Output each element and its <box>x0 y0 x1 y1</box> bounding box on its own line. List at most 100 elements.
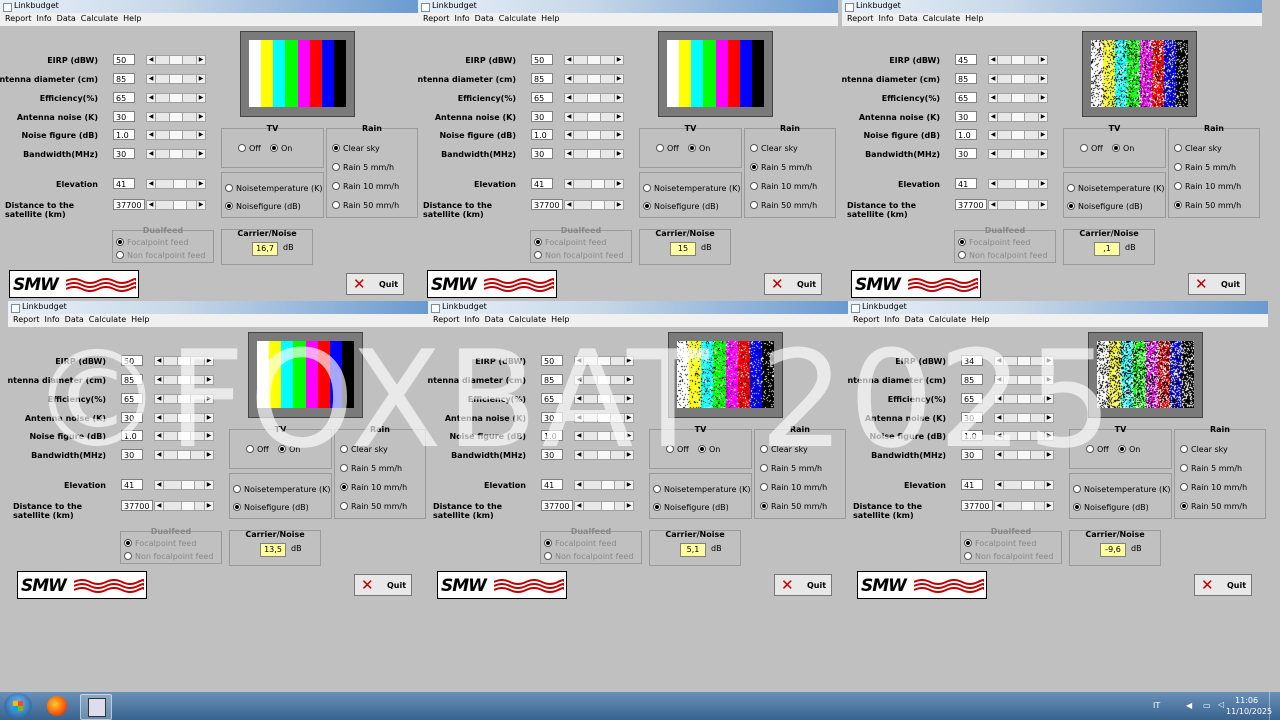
noisetemperature-radio[interactable]: Noisetemperature (K) <box>1073 485 1171 494</box>
tray-arrow-icon[interactable]: ◀ <box>1186 701 1192 710</box>
distance-input[interactable]: 37700 <box>121 500 153 511</box>
antenna_noise-input[interactable]: 30 <box>531 111 553 122</box>
network-icon[interactable]: ▭ <box>1203 701 1211 710</box>
menu-data[interactable]: Data <box>57 14 76 23</box>
scroll-thumb[interactable] <box>601 481 615 489</box>
tv-off-radio[interactable]: Off <box>238 144 261 153</box>
scroll-thumb[interactable] <box>169 75 183 83</box>
elevation-input[interactable]: 41 <box>531 178 553 189</box>
scroll-right-arrow-icon[interactable]: ▶ <box>1038 113 1047 121</box>
scroll-left-arrow-icon[interactable]: ◀ <box>565 113 574 121</box>
antenna_noise-scrollbar[interactable]: ◀ ▶ <box>988 112 1048 122</box>
radio-dot[interactable] <box>332 182 340 190</box>
scroll-right-arrow-icon[interactable]: ▶ <box>614 201 623 209</box>
scroll-right-arrow-icon[interactable]: ▶ <box>614 180 623 188</box>
scroll-left-arrow-icon[interactable]: ◀ <box>155 481 164 489</box>
scroll-left-arrow-icon[interactable]: ◀ <box>147 150 156 158</box>
scroll-thumb[interactable] <box>587 131 601 139</box>
radio-dot[interactable] <box>760 483 768 491</box>
menu-info[interactable]: Info <box>879 14 894 23</box>
rain-option-radio[interactable]: Rain 5 mm/h <box>750 163 812 172</box>
noisefigure-radio[interactable]: Noisefigure (dB) <box>653 503 729 512</box>
scroll-left-arrow-icon[interactable]: ◀ <box>565 150 574 158</box>
scroll-right-arrow-icon[interactable]: ▶ <box>614 56 623 64</box>
eirp-scrollbar[interactable]: ◀ ▶ <box>564 55 624 65</box>
scroll-right-arrow-icon[interactable]: ▶ <box>196 113 205 121</box>
quit-button[interactable]: ✕ Quit <box>1188 273 1246 295</box>
focalpoint-radio[interactable]: Focalpoint feed <box>124 539 196 548</box>
scroll-right-arrow-icon[interactable]: ▶ <box>196 201 205 209</box>
radio-dot[interactable] <box>656 144 664 152</box>
scroll-thumb[interactable] <box>601 502 615 510</box>
radio-dot[interactable] <box>238 144 246 152</box>
bandwidth-scrollbar[interactable]: ◀ ▶ <box>988 149 1048 159</box>
firefox-taskbar-button[interactable] <box>42 694 72 718</box>
noisetemperature-radio[interactable]: Noisetemperature (K) <box>233 485 331 494</box>
radio-dot[interactable] <box>964 552 972 560</box>
scroll-left-arrow-icon[interactable]: ◀ <box>565 180 574 188</box>
noisefigure-radio[interactable]: Noisefigure (dB) <box>1067 202 1143 211</box>
radio-dot[interactable] <box>225 202 233 210</box>
radio-dot[interactable] <box>1174 182 1182 190</box>
radio-dot[interactable] <box>1067 184 1075 192</box>
focalpoint-radio[interactable]: Focalpoint feed <box>116 238 188 247</box>
quit-button[interactable]: ✕ Quit <box>354 574 412 596</box>
rain-option-radio[interactable]: Rain 50 mm/h <box>340 502 407 511</box>
scroll-thumb[interactable] <box>181 481 195 489</box>
radio-dot[interactable] <box>750 163 758 171</box>
rain-option-radio[interactable]: Clear sky <box>750 144 798 153</box>
linkbudget-taskbar-button[interactable] <box>80 694 112 720</box>
scroll-thumb[interactable] <box>587 56 601 64</box>
rain-option-radio[interactable]: Rain 50 mm/h <box>760 502 827 511</box>
scroll-right-arrow-icon[interactable]: ▶ <box>614 113 623 121</box>
radio-dot[interactable] <box>653 503 661 511</box>
noise_figure-scrollbar[interactable]: ◀ ▶ <box>146 130 206 140</box>
radio-dot[interactable] <box>1118 445 1126 453</box>
eirp-scrollbar[interactable]: ◀ ▶ <box>146 55 206 65</box>
scroll-left-arrow-icon[interactable]: ◀ <box>989 150 998 158</box>
rain-option-radio[interactable]: Rain 5 mm/h <box>1180 464 1242 473</box>
menu-calculate[interactable]: Calculate <box>81 14 118 23</box>
bandwidth-input[interactable]: 30 <box>531 148 553 159</box>
antenna_noise-scrollbar[interactable]: ◀ ▶ <box>564 112 624 122</box>
focalpoint-radio[interactable]: Focalpoint feed <box>544 539 616 548</box>
radio-dot[interactable] <box>233 485 241 493</box>
scroll-right-arrow-icon[interactable]: ▶ <box>204 481 213 489</box>
elevation-scrollbar[interactable]: ◀ ▶ <box>146 179 206 189</box>
scroll-left-arrow-icon[interactable]: ◀ <box>147 94 156 102</box>
radio-dot[interactable] <box>1073 503 1081 511</box>
noise_figure-scrollbar[interactable]: ◀ ▶ <box>564 130 624 140</box>
elevation-scrollbar[interactable]: ◀ ▶ <box>994 480 1054 490</box>
efficiency-scrollbar[interactable]: ◀ ▶ <box>564 93 624 103</box>
radio-dot[interactable] <box>233 503 241 511</box>
scroll-thumb[interactable] <box>591 180 605 188</box>
scroll-left-arrow-icon[interactable]: ◀ <box>565 131 574 139</box>
scroll-right-arrow-icon[interactable]: ▶ <box>614 75 623 83</box>
rain-option-radio[interactable]: Clear sky <box>1180 445 1228 454</box>
antenna_noise-input[interactable]: 30 <box>113 111 135 122</box>
menu-info[interactable]: Info <box>37 14 52 23</box>
radio-dot[interactable] <box>1180 502 1188 510</box>
distance-input[interactable]: 37700 <box>955 199 987 210</box>
radio-dot[interactable] <box>964 539 972 547</box>
scroll-left-arrow-icon[interactable]: ◀ <box>989 56 998 64</box>
rain-option-radio[interactable]: Rain 10 mm/h <box>750 182 817 191</box>
scroll-thumb[interactable] <box>169 56 183 64</box>
quit-button[interactable]: ✕ Quit <box>764 273 822 295</box>
rain-option-radio[interactable]: Rain 50 mm/h <box>750 201 817 210</box>
scroll-left-arrow-icon[interactable]: ◀ <box>989 131 998 139</box>
distance-input[interactable]: 37700 <box>531 199 563 210</box>
tv-on-radio[interactable]: On <box>1118 445 1140 454</box>
tv-on-radio[interactable]: On <box>688 144 710 153</box>
scroll-thumb[interactable] <box>591 201 605 209</box>
elevation-scrollbar[interactable]: ◀ ▶ <box>574 480 634 490</box>
rain-option-radio[interactable]: Clear sky <box>1174 144 1222 153</box>
menu-info[interactable]: Info <box>455 14 470 23</box>
radio-dot[interactable] <box>332 201 340 209</box>
scroll-right-arrow-icon[interactable]: ▶ <box>196 75 205 83</box>
scroll-right-arrow-icon[interactable]: ▶ <box>1038 150 1047 158</box>
menu-report[interactable]: Report <box>5 14 32 23</box>
radio-dot[interactable] <box>116 251 124 259</box>
radio-dot[interactable] <box>688 144 696 152</box>
rain-option-radio[interactable]: Rain 10 mm/h <box>1174 182 1241 191</box>
